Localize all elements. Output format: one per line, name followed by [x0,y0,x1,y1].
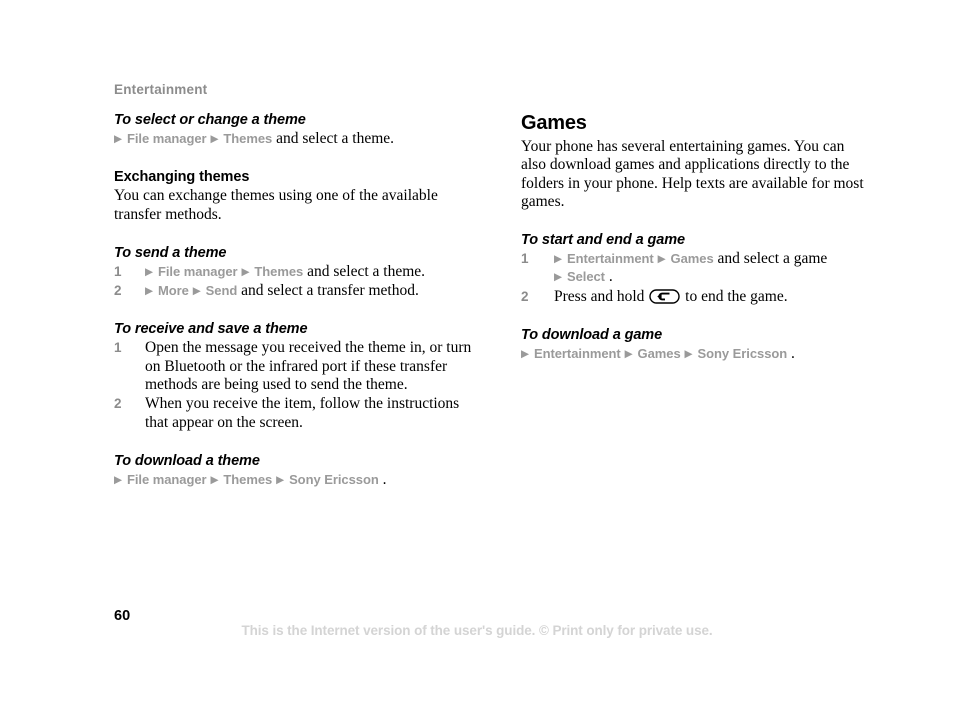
step-body: ▶ Entertainment ▶ Games and select a gam… [554,250,827,285]
procedure-step: 2 When you receive the item, follow the i… [114,395,486,432]
footer-disclaimer: This is the Internet version of the user… [241,623,713,638]
step-number: 1 [521,251,529,267]
menu-item-name: Entertainment [533,346,621,362]
path-arrow-icon: ▶ [276,473,285,486]
procedure-step: 1 ▶ Entertainment ▶ Games and select a ga… [521,250,869,287]
instruction-text: and select a theme. [276,130,395,147]
procedure-heading: To start and end a game [521,232,685,249]
page-number: 60 [114,608,131,624]
subsection-body: You can exchange themes using one of the… [114,187,438,223]
path-arrow-icon: ▶ [554,253,563,266]
procedure-start-and-end-game: To start and end a game 1 ▶ Entertainment… [521,232,869,306]
procedure-heading: To select or change a theme [114,112,306,128]
step-number: 2 [521,288,529,304]
step-number: 1 [114,263,122,279]
menu-item-name: Games [637,346,681,362]
path-arrow-icon: ▶ [624,348,633,361]
path-arrow-icon: ▶ [241,265,250,278]
procedure-download-game: To download a game ▶ Entertainment ▶ Gam… [521,327,869,363]
menu-item-name: Sony Ericsson [289,471,379,487]
left-column: To select or change a theme ▶ File manag… [114,112,486,489]
step-body: Open the message you received the theme … [145,339,471,393]
menu-item-name: File manager [126,471,207,487]
instruction-text: and select a game [717,250,828,268]
path-arrow-icon: ▶ [145,265,154,278]
menu-item-name: File manager [157,263,238,279]
procedure-receive-and-save-theme: To receive and save a theme 1 Open the me… [114,321,486,431]
procedure-download-theme: To download a theme ▶ File manager ▶ The… [114,453,486,489]
procedure-steps: 1 Open the message you received the theme… [114,339,486,431]
path-arrow-icon: ▶ [114,473,123,486]
section-body: Your phone has several entertaining game… [521,138,864,210]
procedure-steps: 1 ▶ File manager ▶ Themes and select a th… [114,263,486,301]
path-arrow-icon: ▶ [657,253,666,266]
menu-path: ▶ File manager ▶ Themes and select a the… [114,130,486,148]
menu-item-name: Themes [223,131,273,146]
running-head: Entertainment [114,82,208,97]
subsection-heading: Exchanging themes [114,169,250,186]
step-number: 1 [114,340,122,356]
procedure-step: 2 ▶ More ▶ Send and select a transfer met… [114,282,486,300]
step-body: Press and hold to end the game. [554,288,788,305]
menu-item-name: Games [670,251,714,267]
procedure-heading: To download a game [521,327,663,344]
instruction-text: and select a transfer method. [241,282,419,300]
back-key-icon [649,289,680,304]
procedure-step: 1 Open the message you received the theme… [114,339,486,394]
path-arrow-icon: ▶ [210,133,219,145]
procedure-step: 1 ▶ File manager ▶ Themes and select a th… [114,263,486,281]
section-games: Games Your phone has several entertainin… [521,112,869,211]
instruction-text: to end the game. [681,287,788,305]
step-number: 2 [114,283,122,299]
menu-item-name: More [157,283,189,299]
instruction-text: Press and hold [554,287,649,305]
menu-item-name: Themes [223,471,273,487]
procedure-send-theme: To send a theme 1 ▶ File manager ▶ Themes… [114,245,486,301]
path-arrow-icon: ▶ [554,271,563,284]
step-body: ▶ File manager ▶ Themes and select a the… [145,263,425,280]
menu-item-name: Send [205,283,238,299]
path-arrow-icon: ▶ [145,285,154,298]
instruction-text: . [382,470,387,488]
menu-item-name: Entertainment [566,251,654,267]
instruction-text: When you receive the item, follow the in… [145,395,460,431]
menu-item-name: File manager [126,131,207,146]
menu-item-name: Sony Ericsson [697,346,788,362]
step-body: When you receive the item, follow the in… [145,395,459,430]
procedure-heading: To receive and save a theme [114,321,308,338]
path-arrow-icon: ▶ [210,473,219,486]
instruction-text: and select a theme. [307,262,426,280]
menu-item-name: Select [566,269,605,285]
section-heading: Games [521,112,587,134]
step-number: 2 [114,396,122,412]
procedure-heading: To download a theme [114,452,260,469]
manual-page: Entertainment To select or change a them… [0,0,954,710]
menu-path: ▶ File manager ▶ Themes ▶ Sony Ericsson … [114,471,486,489]
step-body: ▶ More ▶ Send and select a transfer meth… [145,282,419,299]
menu-path: ▶ Entertainment ▶ Games ▶ Sony Ericsson … [521,345,869,363]
instruction-text: . [791,345,795,363]
procedure-step: 2 Press and hold to end the game. [521,288,869,306]
menu-item-name: Themes [254,263,304,279]
procedure-steps: 1 ▶ Entertainment ▶ Games and select a ga… [521,250,869,306]
path-arrow-icon: ▶ [521,348,530,361]
procedure-select-or-change-theme: To select or change a theme ▶ File manag… [114,112,486,148]
subsection-exchanging-themes: Exchanging themes You can exchange theme… [114,169,486,224]
procedure-heading: To send a theme [114,244,227,261]
right-column: Games Your phone has several entertainin… [521,112,869,363]
path-arrow-icon: ▶ [684,348,693,361]
instruction-text: . [608,268,613,286]
path-arrow-icon: ▶ [114,133,123,145]
instruction-text: Open the message you received the theme … [145,339,472,394]
path-arrow-icon: ▶ [192,285,201,298]
